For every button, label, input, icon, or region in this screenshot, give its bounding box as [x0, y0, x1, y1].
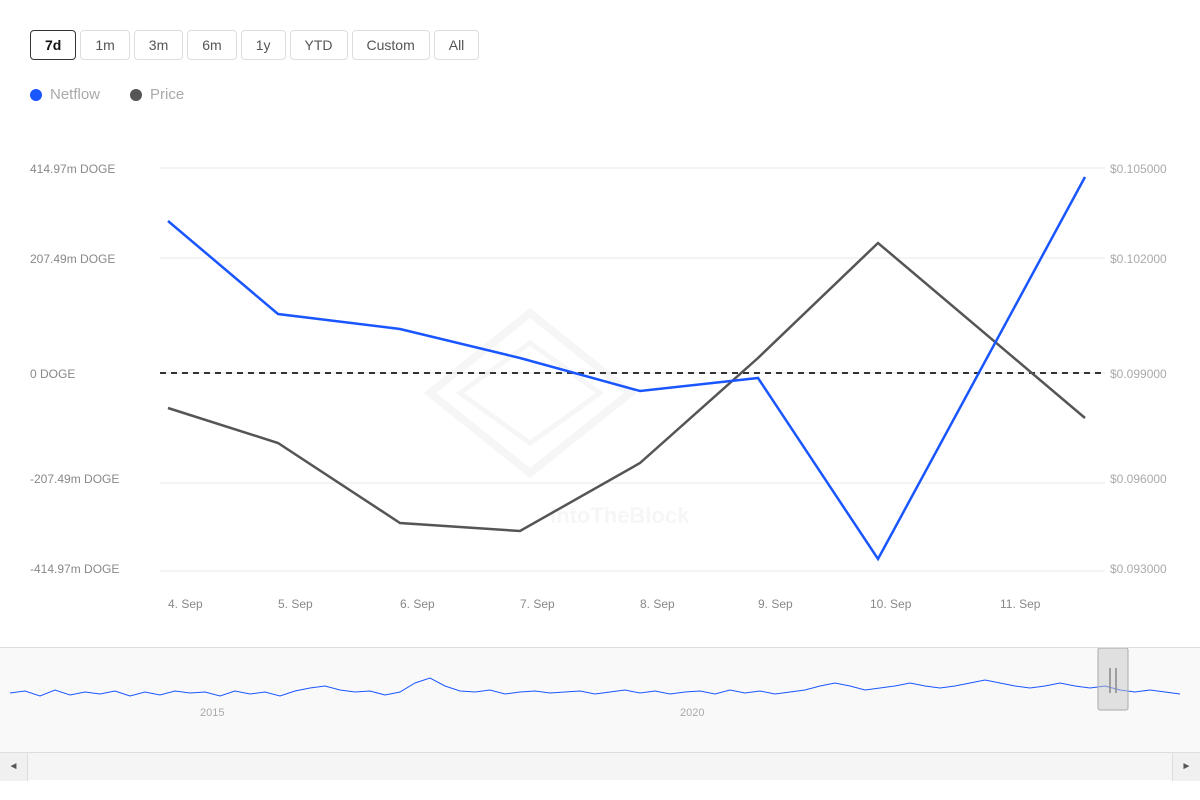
legend-price: Price	[130, 86, 184, 103]
x-label-5: 8. Sep	[640, 597, 675, 611]
netflow-line	[168, 177, 1085, 559]
tab-7d[interactable]: 7d	[30, 30, 76, 60]
tab-3m[interactable]: 3m	[134, 30, 183, 60]
tab-6m[interactable]: 6m	[187, 30, 236, 60]
y-label-2: 207.49m DOGE	[30, 252, 115, 266]
tab-ytd[interactable]: YTD	[290, 30, 348, 60]
navigator[interactable]: 2015 2020	[0, 647, 1200, 752]
price-label: Price	[150, 86, 184, 103]
scroll-right-button[interactable]: ►	[1172, 753, 1200, 781]
scroll-track[interactable]	[28, 753, 1172, 780]
scroll-left-button[interactable]: ◄	[0, 753, 28, 781]
nav-handle[interactable]	[1098, 648, 1128, 710]
x-label-7: 10. Sep	[870, 597, 912, 611]
tab-custom[interactable]: Custom	[352, 30, 430, 60]
x-label-4: 7. Sep	[520, 597, 555, 611]
y-label-top: 414.97m DOGE	[30, 162, 115, 176]
navigator-chart: 2015 2020	[0, 648, 1200, 728]
nav-year-2015: 2015	[200, 707, 224, 719]
netflow-dot	[30, 89, 42, 101]
tab-1y[interactable]: 1y	[241, 30, 286, 60]
x-label-6: 9. Sep	[758, 597, 793, 611]
y-right-bot: $0.093000	[1110, 562, 1167, 576]
main-container: 7d 1m 3m 6m 1y YTD Custom All Netflow Pr…	[0, 0, 1200, 800]
y-right-top: $0.105000	[1110, 162, 1167, 176]
svg-text:IntoTheBlock: IntoTheBlock	[550, 503, 690, 528]
scrollbar: ◄ ►	[0, 752, 1200, 780]
y-right-2: $0.102000	[1110, 252, 1167, 266]
x-label-3: 6. Sep	[400, 597, 435, 611]
x-label-2: 5. Sep	[278, 597, 313, 611]
chart-section: 414.97m DOGE 207.49m DOGE 0 DOGE -207.49…	[0, 113, 1200, 643]
price-dot	[130, 89, 142, 101]
legend: Netflow Price	[0, 70, 1200, 113]
y-label-zero: 0 DOGE	[30, 367, 75, 381]
y-label-neg2: -207.49m DOGE	[30, 472, 119, 486]
y-label-neg4: -414.97m DOGE	[30, 562, 119, 576]
time-tabs: 7d 1m 3m 6m 1y YTD Custom All	[0, 20, 1200, 70]
tab-all[interactable]: All	[434, 30, 480, 60]
netflow-label: Netflow	[50, 86, 100, 103]
nav-year-2020: 2020	[680, 707, 704, 719]
main-chart: 414.97m DOGE 207.49m DOGE 0 DOGE -207.49…	[30, 113, 1170, 643]
tab-1m[interactable]: 1m	[80, 30, 129, 60]
y-right-neg: $0.096000	[1110, 472, 1167, 486]
x-label-1: 4. Sep	[168, 597, 203, 611]
legend-netflow: Netflow	[30, 86, 100, 103]
y-right-zero: $0.099000	[1110, 367, 1167, 381]
x-label-8: 11. Sep	[1000, 597, 1041, 611]
